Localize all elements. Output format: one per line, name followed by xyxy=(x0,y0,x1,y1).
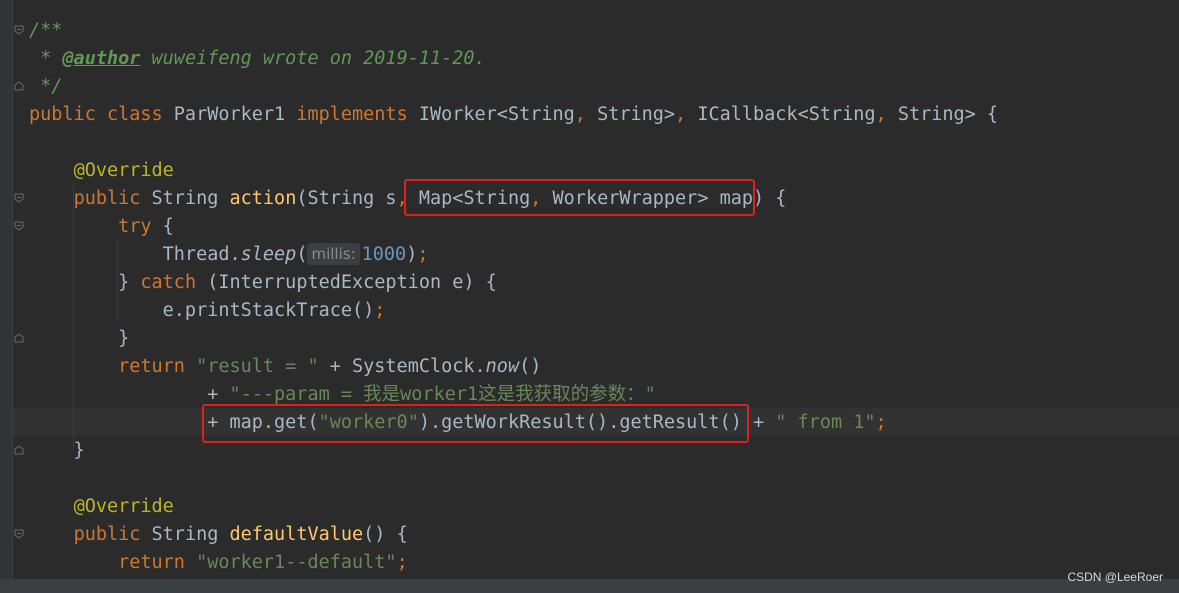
code-token: ParWorker1 xyxy=(173,104,297,125)
code-token: + xyxy=(29,384,230,405)
code-line[interactable]: e.printStackTrace(); xyxy=(29,297,386,325)
editor-gutter xyxy=(0,0,12,593)
watermark: CSDN @LeeRoer xyxy=(1067,570,1163,584)
code-token: } xyxy=(29,328,130,349)
code-token: " xyxy=(644,384,656,405)
code-token: ; xyxy=(417,244,429,265)
fold-icon[interactable] xyxy=(14,193,24,203)
horizontal-scrollbar[interactable] xyxy=(0,579,1179,593)
code-token: defaultValue xyxy=(229,524,364,545)
fold-icon[interactable] xyxy=(14,333,24,343)
code-line[interactable]: public String defaultValue() { xyxy=(29,521,408,549)
code-token: now xyxy=(485,356,520,377)
code-token: */ xyxy=(29,76,63,97)
code-line[interactable]: return "result = " + SystemClock.now() xyxy=(29,353,541,381)
code-token: 这是我获取的参数： xyxy=(478,384,645,405)
code-token: , xyxy=(875,104,898,125)
code-line[interactable]: return "worker1--default"; xyxy=(29,549,408,577)
code-token: wuweifeng wrote on 2019-11-20. xyxy=(140,48,486,69)
code-token: 我是 xyxy=(363,384,401,405)
code-token: return xyxy=(118,356,197,377)
code-token: ; xyxy=(374,300,386,321)
code-line[interactable]: } xyxy=(29,437,85,465)
code-token: ; xyxy=(396,552,408,573)
parameter-hint: millis: xyxy=(307,243,360,265)
code-line[interactable]: /** xyxy=(29,17,62,45)
code-token: } xyxy=(29,440,85,461)
code-token: String xyxy=(151,188,230,209)
code-token: @Override xyxy=(73,160,174,181)
fold-icon[interactable] xyxy=(14,529,24,539)
code-token: String> xyxy=(597,104,676,125)
code-token: * xyxy=(29,48,63,69)
code-token: return xyxy=(118,552,197,573)
code-token: public class xyxy=(29,104,174,125)
code-token: , xyxy=(574,104,598,125)
code-token: IWorker<String xyxy=(418,104,575,125)
code-token: "worker1--default" xyxy=(196,552,397,573)
code-line[interactable]: * @author wuweifeng wrote on 2019-11-20. xyxy=(29,45,486,73)
code-token: String> { xyxy=(897,104,999,125)
code-line[interactable]: public class ParWorker1 implements IWork… xyxy=(29,101,998,129)
code-token: sleep xyxy=(240,244,297,265)
fold-icon[interactable] xyxy=(14,221,24,231)
code-token: implements xyxy=(296,104,419,125)
code-token: + SystemClock. xyxy=(329,356,486,377)
code-token: public xyxy=(73,188,152,209)
code-token: (String s xyxy=(296,188,397,209)
code-token: e.printStackTrace() xyxy=(29,300,375,321)
code-token: Thread. xyxy=(29,244,241,265)
code-token: /** xyxy=(29,20,63,41)
code-line[interactable]: Thread.sleep(millis: 1000); xyxy=(29,241,428,269)
code-token: public xyxy=(73,524,152,545)
code-token: "result = " xyxy=(196,356,330,377)
code-token: { xyxy=(162,216,174,237)
code-token: () xyxy=(519,356,542,377)
code-token: ( xyxy=(296,244,308,265)
code-token: 1000 xyxy=(361,244,407,265)
fold-icon[interactable] xyxy=(14,25,24,35)
code-token: , xyxy=(675,104,698,125)
code-token: () { xyxy=(363,524,408,545)
gutter-divider xyxy=(12,0,13,593)
code-line[interactable]: } catch (InterruptedException e) { xyxy=(29,269,497,297)
code-token: catch xyxy=(140,272,208,293)
code-token: ; xyxy=(875,412,887,433)
code-line[interactable]: } xyxy=(29,325,129,353)
code-token: action xyxy=(229,188,297,209)
code-token: ICallback<String xyxy=(697,104,876,125)
highlight-box-map-parameter xyxy=(404,179,755,216)
code-line[interactable]: */ xyxy=(29,73,62,101)
code-token: ) xyxy=(406,244,418,265)
code-token: " from 1" xyxy=(775,412,876,433)
fold-icon[interactable] xyxy=(14,81,24,91)
fold-icon[interactable] xyxy=(14,445,24,455)
code-token: @Override xyxy=(73,496,174,517)
highlight-box-map-get-call xyxy=(202,404,749,443)
code-token: } xyxy=(29,272,141,293)
code-token: worker1 xyxy=(400,384,479,405)
code-token: (InterruptedException e) { xyxy=(207,272,497,293)
code-token: String xyxy=(151,524,230,545)
code-line[interactable]: @Override xyxy=(29,493,174,521)
code-line[interactable]: @Override xyxy=(29,157,174,185)
code-line[interactable]: try { xyxy=(29,213,174,241)
code-token: try xyxy=(118,216,163,237)
code-token: "---param = xyxy=(229,384,364,405)
code-token: @author xyxy=(62,48,141,69)
